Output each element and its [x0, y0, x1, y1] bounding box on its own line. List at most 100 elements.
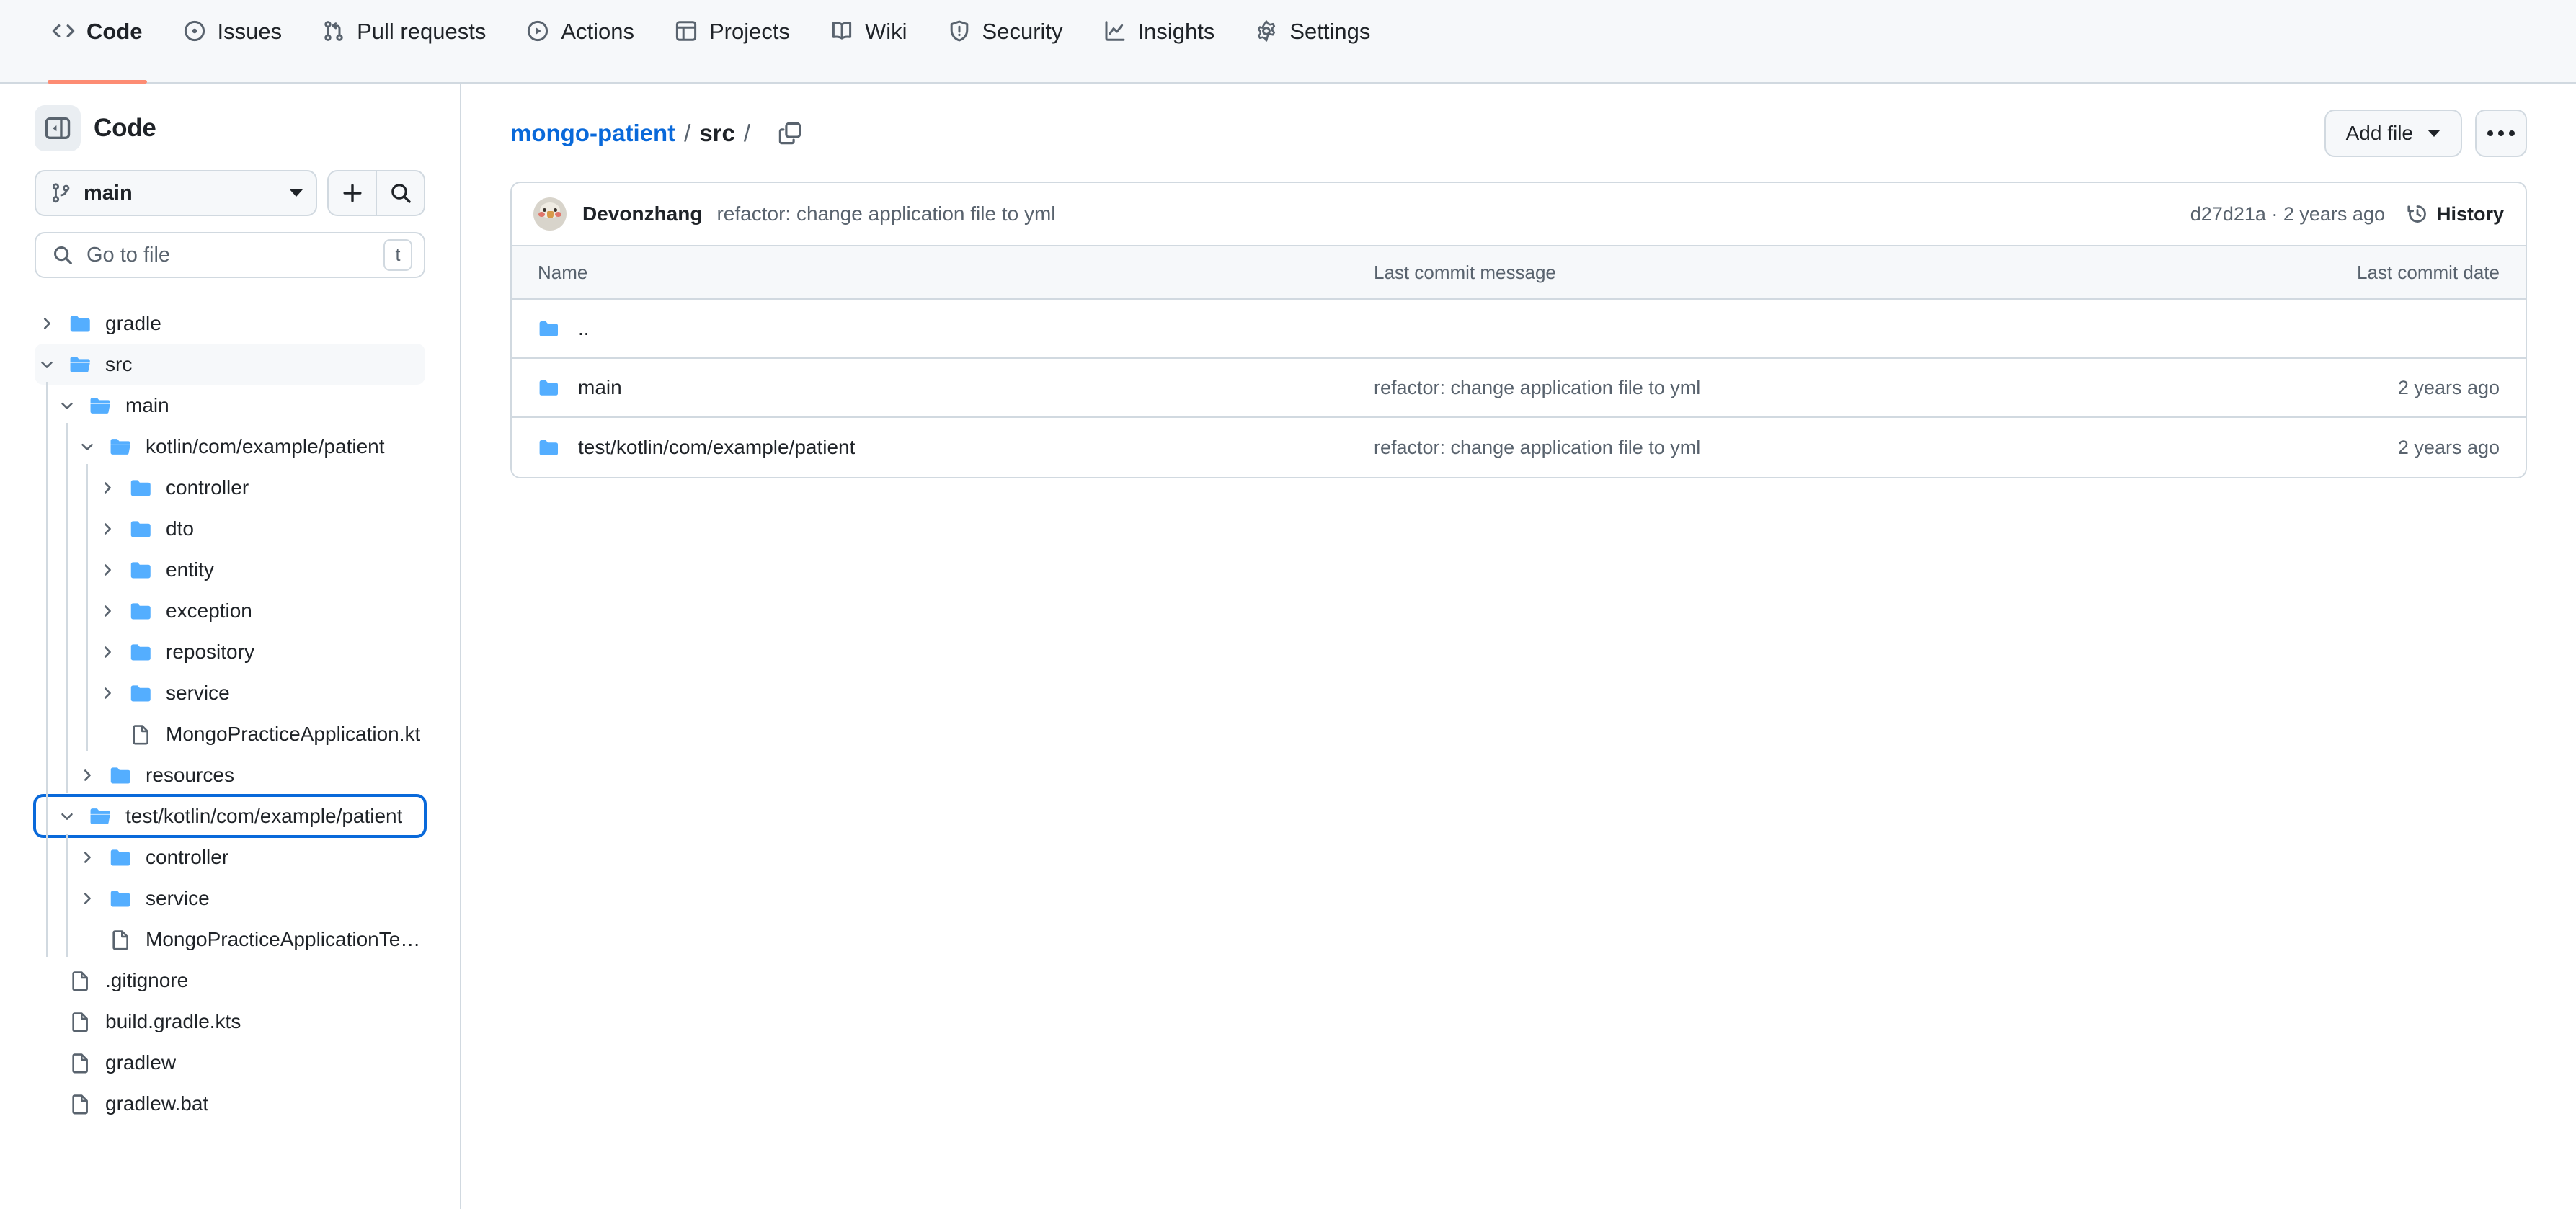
folder-icon [127, 640, 156, 664]
folder-open-icon [66, 352, 95, 377]
commit-message[interactable]: refactor: change application file to yml [716, 202, 1055, 226]
tree-folder-item[interactable]: dto [35, 508, 425, 549]
history-link[interactable]: History [2407, 203, 2504, 226]
chevron-right-icon[interactable] [95, 476, 120, 500]
commit-hash-and-date[interactable]: d27d21a · 2 years ago [2190, 203, 2385, 226]
nav-tab-actions[interactable]: Actions [519, 0, 652, 82]
more-options-button[interactable] [2475, 110, 2527, 157]
file-icon [127, 723, 156, 745]
chevron-right-icon[interactable] [95, 558, 120, 582]
nav-tab-wiki[interactable]: Wiki [823, 0, 925, 82]
column-header-message: Last commit message [1374, 261, 1556, 283]
tree-folder-item[interactable]: controller [35, 467, 425, 508]
tree-file-item[interactable]: build.gradle.kts [35, 1001, 425, 1042]
tree-folder-item[interactable]: test/kotlin/com/example/patient [33, 794, 427, 838]
search-files-button[interactable] [376, 170, 425, 216]
code-sidebar: Code main Go to file t gradle src main k… [0, 84, 461, 1209]
folder-icon [538, 316, 562, 341]
folder-icon [538, 375, 562, 400]
folder-icon [66, 311, 95, 336]
tree-item-label: dto [166, 517, 194, 540]
nav-tab-label: Issues [217, 18, 283, 44]
sidebar-action-buttons [327, 170, 425, 216]
branch-name: main [84, 181, 133, 205]
go-to-file-field[interactable]: t [35, 232, 425, 278]
tree-folder-item[interactable]: src [35, 344, 425, 385]
chevron-right-icon[interactable] [75, 763, 99, 788]
file-icon [66, 970, 95, 991]
column-header-date: Last commit date [2357, 261, 2500, 283]
add-file-button[interactable] [327, 170, 376, 216]
chevron-right-icon[interactable] [35, 311, 59, 336]
sidebar-title: Code [94, 114, 156, 142]
breadcrumb-repo-link[interactable]: mongo-patient [510, 120, 675, 147]
breadcrumb-separator: / [684, 120, 691, 146]
copy-path-icon[interactable] [778, 119, 807, 148]
tree-file-item[interactable]: gradlew.bat [35, 1083, 425, 1124]
tree-indent-guide [86, 464, 88, 751]
tree-folder-item[interactable]: exception [35, 590, 425, 631]
chevron-down-icon[interactable] [55, 393, 79, 418]
tree-folder-item[interactable]: service [35, 672, 425, 713]
chevron-right-icon[interactable] [95, 640, 120, 664]
file-table-body: .. main refactor: change application file … [512, 300, 2526, 477]
main-header: mongo-patient / src / Add file [510, 84, 2527, 157]
row-name-link[interactable]: test/kotlin/com/example/patient [578, 436, 855, 459]
nav-tab-insights[interactable]: Insights [1096, 0, 1233, 82]
chevron-right-icon[interactable] [75, 845, 99, 870]
tree-file-item[interactable]: .gitignore [35, 960, 425, 1001]
nav-tab-settings[interactable]: Settings [1248, 0, 1387, 82]
chevron-right-icon[interactable] [95, 517, 120, 541]
commit-author[interactable]: Devonzhang [582, 202, 702, 226]
file-table-header: Name Last commit message Last commit dat… [512, 246, 2526, 300]
tree-item-label: service [146, 886, 210, 909]
chevron-right-icon[interactable] [95, 681, 120, 705]
tree-item-label: entity [166, 558, 214, 581]
tree-file-item[interactable]: MongoPracticeApplicationTe… [35, 919, 425, 960]
folder-open-icon [86, 393, 115, 418]
tree-folder-item[interactable]: kotlin/com/example/patient [35, 426, 425, 467]
file-icon [107, 929, 136, 950]
kebab-horizontal-icon [2487, 130, 2515, 136]
chevron-right-icon[interactable] [95, 599, 120, 623]
chevron-right-icon[interactable] [75, 886, 99, 911]
row-commit-message[interactable]: refactor: change application file to yml [1374, 437, 2240, 459]
row-name-link[interactable]: main [578, 376, 622, 399]
folder-icon [127, 517, 156, 541]
folder-open-icon [107, 434, 136, 459]
file-tree: gradle src main kotlin/com/example/patient c… [33, 303, 427, 1124]
sidebar-collapse-icon[interactable] [35, 105, 81, 151]
tree-folder-item[interactable]: entity [35, 549, 425, 590]
nav-tab-projects[interactable]: Projects [667, 0, 807, 82]
breadcrumb: mongo-patient / src / [510, 119, 807, 148]
chevron-down-icon[interactable] [75, 434, 99, 459]
tree-folder-item[interactable]: resources [35, 754, 425, 795]
chevron-down-icon [2428, 130, 2440, 137]
sidebar-header: Code [35, 84, 425, 151]
chevron-down-icon[interactable] [55, 804, 79, 829]
table-row[interactable]: .. [512, 300, 2526, 359]
row-commit-message[interactable]: refactor: change application file to yml [1374, 377, 2240, 399]
tree-folder-item[interactable]: repository [35, 631, 425, 672]
row-name-link[interactable]: .. [578, 317, 590, 340]
tree-file-item[interactable]: gradlew [35, 1042, 425, 1083]
header-actions: Add file [2324, 110, 2527, 157]
table-row[interactable]: main refactor: change application file to… [512, 359, 2526, 418]
branch-selector[interactable]: main [35, 170, 317, 216]
row-name-cell: main [538, 375, 1374, 400]
nav-tab-security[interactable]: Security [941, 0, 1080, 82]
tree-folder-item[interactable]: gradle [35, 303, 425, 344]
tree-folder-item[interactable]: controller [35, 837, 425, 878]
tree-item-label: gradlew [105, 1050, 177, 1074]
nav-tab-issues[interactable]: Issues [176, 0, 300, 82]
chevron-down-icon[interactable] [35, 352, 59, 377]
nav-tab-code[interactable]: Code [45, 0, 160, 84]
go-to-file-input[interactable] [86, 243, 370, 267]
table-row[interactable]: test/kotlin/com/example/patient refactor:… [512, 418, 2526, 477]
tree-file-item[interactable]: MongoPracticeApplication.kt [35, 713, 425, 754]
tree-folder-item[interactable]: service [35, 878, 425, 919]
nav-tab-pull-requests[interactable]: Pull requests [315, 0, 503, 82]
tree-folder-item[interactable]: main [35, 385, 425, 426]
add-file-button[interactable]: Add file [2324, 110, 2462, 157]
code-icon [52, 19, 75, 43]
